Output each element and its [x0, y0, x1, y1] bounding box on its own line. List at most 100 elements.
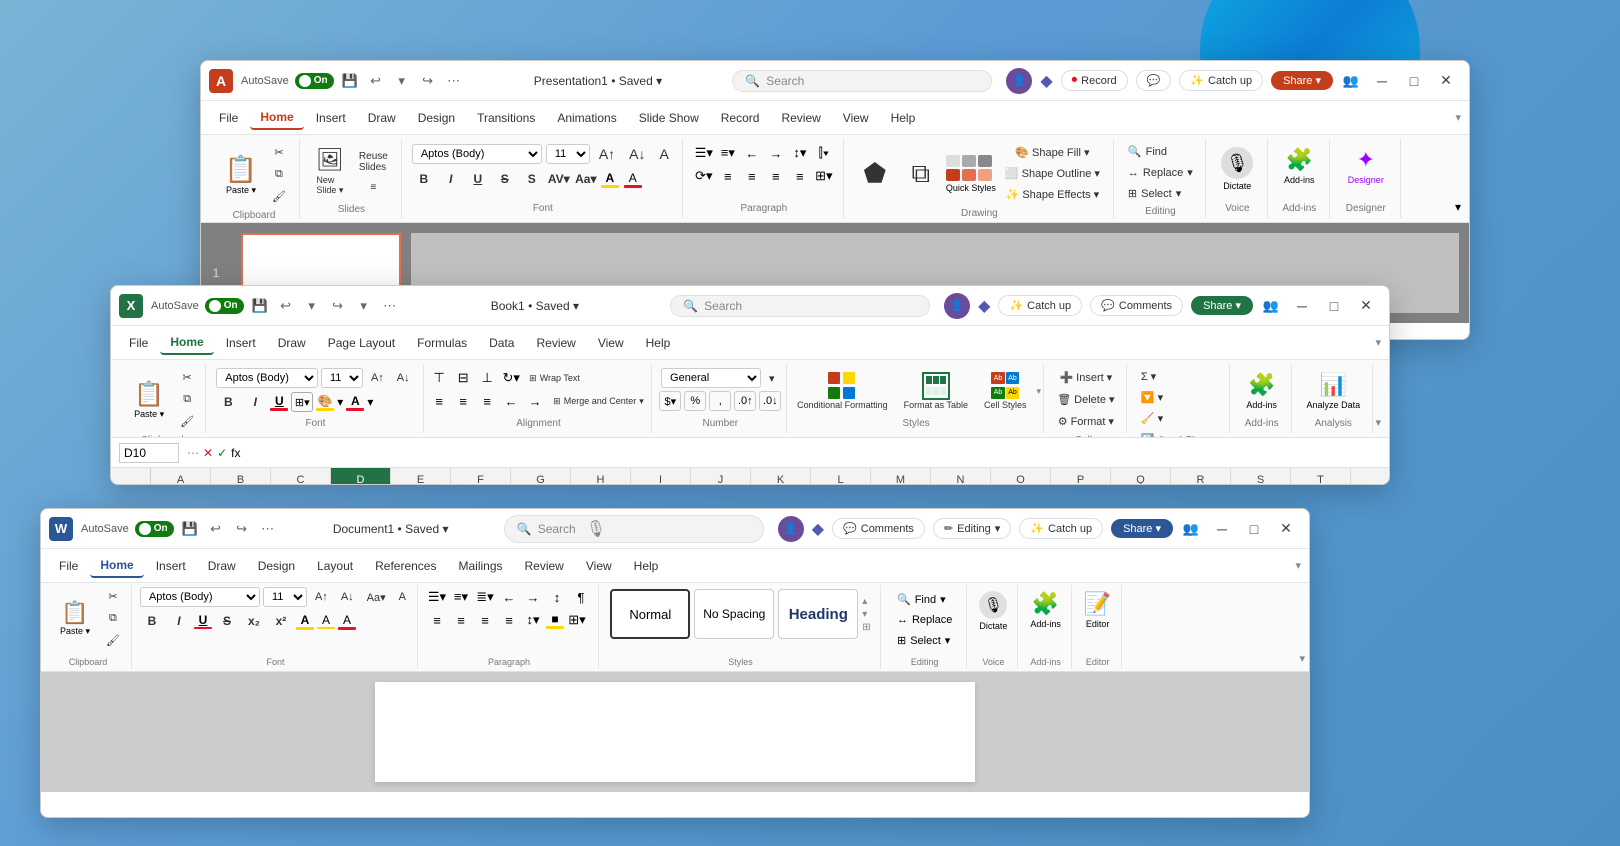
ppt-addins-btn[interactable]: 🧩 Add-ins [1280, 143, 1319, 189]
xl-copy-btn[interactable]: ⧉ [175, 390, 199, 409]
ppt-shapes-btn[interactable]: ⬟ [854, 154, 896, 193]
xl-col-K[interactable]: K [751, 468, 811, 485]
ppt-text-dir-btn[interactable]: ⟳▾ [693, 166, 715, 186]
ppt-format-painter-btn[interactable]: 🖌 [267, 187, 291, 206]
xl-col-J[interactable]: J [691, 468, 751, 485]
wd-replace-btn[interactable]: ↔ Replace [893, 612, 956, 628]
ppt-menu-record[interactable]: Record [711, 107, 770, 129]
xl-col-O[interactable]: O [991, 468, 1051, 485]
ppt-cut-btn[interactable]: ✂ [267, 143, 291, 162]
xl-underline-btn[interactable]: U [270, 394, 288, 411]
ppt-line-spacing-btn[interactable]: ↕▾ [789, 143, 811, 163]
ppt-undo-icon[interactable]: ↩ [366, 71, 386, 91]
xl-col-F[interactable]: F [451, 468, 511, 485]
ppt-smart-art-btn[interactable]: ⊞▾ [813, 166, 835, 186]
ppt-collab-icon[interactable]: 👥 [1341, 71, 1361, 91]
xl-col-H[interactable]: H [571, 468, 631, 485]
xl-fill-btn[interactable]: 🔽 ▾ [1137, 389, 1221, 406]
xl-user-avatar[interactable]: 👤 [944, 293, 970, 319]
wd-char-shading-btn[interactable]: A [338, 613, 356, 630]
ppt-new-slide-btn[interactable]: 🖼 NewSlide ▾ [310, 143, 350, 200]
xl-col-R[interactable]: R [1171, 468, 1231, 485]
xl-font-size-select[interactable]: 11 [321, 368, 363, 388]
wd-style-normal[interactable]: Normal [610, 589, 690, 639]
wd-increase-font-btn[interactable]: A↑ [310, 588, 333, 606]
xl-share-btn[interactable]: Share ▾ [1191, 296, 1253, 315]
ppt-replace-btn[interactable]: ↔ Replace ▾ [1124, 164, 1197, 181]
ppt-comments-btn[interactable]: 💬 [1136, 70, 1172, 91]
xl-autosave-toggle[interactable]: On [205, 298, 244, 314]
ppt-bullets-btn[interactable]: ☰▾ [693, 143, 715, 163]
xl-select-all-btn[interactable] [131, 468, 151, 485]
xl-font-name-select[interactable]: Aptos (Body) [216, 368, 318, 388]
wd-menu-insert[interactable]: Insert [146, 555, 196, 577]
ppt-qs-cell-4[interactable] [946, 169, 960, 181]
xl-redo-icon[interactable]: ↪ [328, 296, 348, 316]
ppt-record-btn[interactable]: ⏺ Record [1061, 70, 1128, 91]
ppt-increase-indent-btn[interactable]: → [765, 143, 787, 163]
xl-orient-btn[interactable]: ↻▾ [500, 368, 522, 388]
ppt-italic-btn[interactable]: I [439, 168, 463, 190]
ppt-shape-effects-btn[interactable]: ✨ Shape Effects ▾ [1000, 185, 1105, 204]
wd-format-painter-btn[interactable]: 🖌 [101, 631, 125, 650]
wd-minimize-btn[interactable]: ─ [1207, 515, 1237, 543]
wd-font-color-btn[interactable]: A [296, 613, 314, 630]
wd-align-center-btn[interactable]: ≡ [450, 610, 472, 630]
xl-formula-input[interactable] [248, 446, 1381, 460]
wd-menu-help[interactable]: Help [624, 555, 669, 577]
xl-top-align-btn[interactable]: ⊤ [428, 368, 450, 388]
xl-cell-styles-btn[interactable]: Ab Ab Ab Ab Cell Styles [978, 368, 1033, 414]
ppt-strikethrough-btn[interactable]: S [493, 168, 517, 190]
xl-paste-btn[interactable]: 📋 Paste ▾ [125, 372, 173, 428]
ppt-qs-cell-5[interactable] [962, 169, 976, 181]
wd-comments-btn[interactable]: 💬 Comments [832, 518, 925, 539]
ppt-maximize-btn[interactable]: □ [1399, 67, 1429, 95]
wd-user-avatar[interactable]: 👤 [778, 516, 804, 542]
ppt-menu-slideshow[interactable]: Slide Show [629, 107, 709, 129]
xl-decrease-font-btn[interactable]: A↓ [392, 369, 415, 387]
xl-align-center-btn[interactable]: ≡ [452, 391, 474, 411]
xl-col-Q[interactable]: Q [1111, 468, 1171, 485]
xl-collab-icon[interactable]: 👥 [1261, 296, 1281, 316]
xl-menu-view[interactable]: View [588, 332, 634, 354]
xl-cut-btn[interactable]: ✂ [175, 368, 199, 387]
wd-catch-up-btn[interactable]: ✨ Catch up [1019, 518, 1103, 539]
wd-save-icon[interactable]: 💾 [180, 519, 200, 539]
xl-menu-insert[interactable]: Insert [216, 332, 266, 354]
ppt-arrange-btn[interactable]: ⧉ [900, 154, 942, 194]
ppt-save-icon[interactable]: 💾 [340, 71, 360, 91]
xl-decrease-decimal-btn[interactable]: .0↓ [759, 391, 781, 411]
ppt-shadow-btn[interactable]: S [520, 168, 544, 190]
wd-maximize-btn[interactable]: □ [1239, 515, 1269, 543]
xl-col-L[interactable]: L [811, 468, 871, 485]
wd-undo-icon[interactable]: ↩ [206, 519, 226, 539]
xl-analyze-btn[interactable]: 📊 Analyze Data [1301, 368, 1367, 414]
xl-merge-center-btn[interactable]: ⊞ Merge and Center ▾ [548, 393, 649, 410]
xl-number-expand-btn[interactable]: ▾ [764, 369, 780, 388]
xl-search-bar[interactable]: 🔍 Search [670, 295, 930, 317]
wd-borders-btn[interactable]: ⊞▾ [566, 610, 588, 630]
wd-subscript-btn[interactable]: x₂ [242, 610, 266, 632]
xl-delete-btn[interactable]: 🗑 Delete ▾ [1052, 390, 1119, 409]
xl-col-C[interactable]: C [271, 468, 331, 485]
wd-numbering-btn[interactable]: ≡▾ [450, 587, 472, 607]
wd-ribbon-collapse[interactable]: ▾ [1295, 559, 1301, 572]
ppt-close-btn[interactable]: ✕ [1431, 67, 1461, 95]
wd-multilevel-btn[interactable]: ≣▾ [474, 587, 496, 607]
xl-number-format-select[interactable]: General [661, 368, 761, 388]
xl-format-painter-btn[interactable]: 🖌 [175, 412, 199, 431]
ppt-font-color-btn[interactable]: A [601, 171, 619, 188]
ppt-redo-icon[interactable]: ↪ [418, 71, 438, 91]
wd-autosave-toggle[interactable]: On [135, 521, 174, 537]
wd-menu-mailings[interactable]: Mailings [448, 555, 512, 577]
wd-collab-icon[interactable]: 👥 [1181, 519, 1201, 539]
xl-undo-icon[interactable]: ↩ [276, 296, 296, 316]
ppt-catch-up-btn[interactable]: ✨ Catch up [1179, 70, 1263, 91]
wd-menu-references[interactable]: References [365, 555, 446, 577]
wd-menu-file[interactable]: File [49, 555, 88, 577]
wd-align-left-btn[interactable]: ≡ [426, 610, 448, 630]
wd-clear-format-btn[interactable]: A [394, 588, 411, 606]
ppt-designer-btn[interactable]: ✦ Designer [1340, 143, 1392, 189]
wd-copilot-icon[interactable]: ◆ [812, 519, 824, 539]
ppt-qs-cell-2[interactable] [962, 155, 976, 167]
